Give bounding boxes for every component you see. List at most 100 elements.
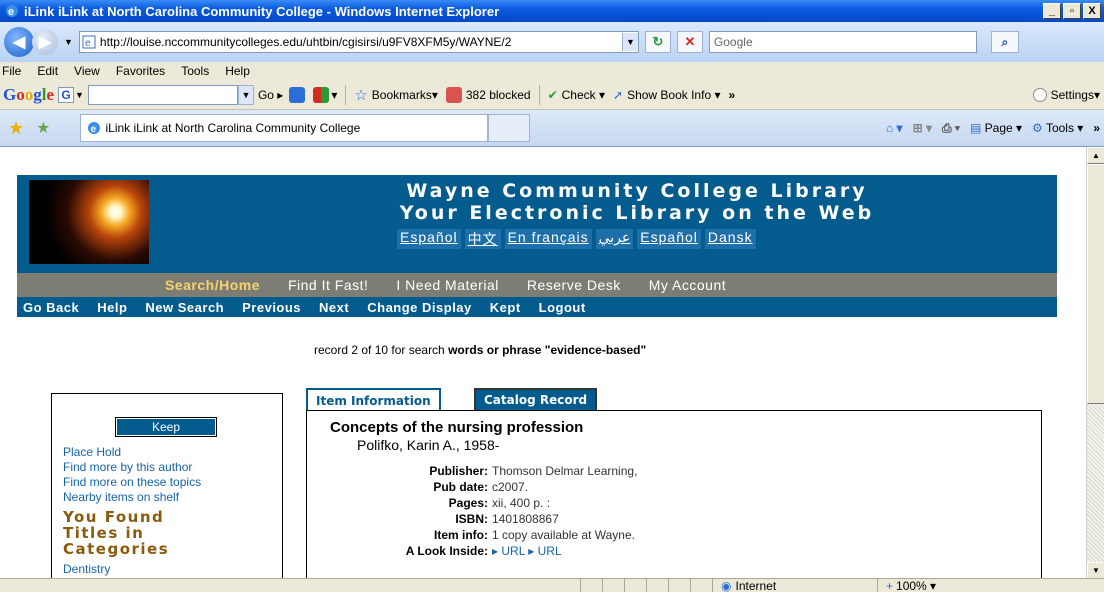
action-links: Place Hold Find more by this author Find… [63,445,201,505]
forward-button[interactable]: ▶ [32,29,58,55]
lang-espanol[interactable]: Español [397,229,461,249]
item-actions-panel: Keep Place Hold Find more by this author… [51,393,283,579]
news-icon[interactable] [289,86,306,103]
nearby-items-link[interactable]: Nearby items on shelf [63,490,201,505]
minimize-button[interactable]: _ [1043,3,1061,19]
nav-change-display[interactable]: Change Display [367,300,472,315]
nav-my-account[interactable]: My Account [649,277,726,293]
svg-text:e: e [8,6,14,18]
address-toolbar: ◀ ▶ ▼ e http://louise.nccommunitycollege… [0,22,1104,62]
close-button[interactable]: X [1083,3,1101,19]
google-go-button[interactable]: Go ▸ [258,88,283,102]
place-hold-link[interactable]: Place Hold [63,445,201,460]
library-title-line2: Your Electronic Library on the Web [399,202,875,224]
google-g-icon[interactable]: G [58,86,75,103]
lang-french[interactable]: En français [504,229,592,249]
toolbar-overflow-button[interactable]: » [728,88,735,102]
favorites-star-icon[interactable]: ★ [8,118,24,139]
nav-reserve-desk[interactable]: Reserve Desk [527,277,621,293]
scroll-thumb[interactable] [1087,164,1104,404]
menu-view[interactable]: View [74,64,100,78]
primary-nav: Search/Home Find It Fast! I Need Materia… [17,273,1057,297]
nav-find-it-fast[interactable]: Find It Fast! [288,277,368,293]
address-dropdown-icon[interactable]: ▼ [621,33,638,51]
spell-check-button[interactable]: ✔ Check ▾ [548,88,605,102]
tools-menu[interactable]: ⚙ Tools ▾ [1032,121,1083,135]
nav-previous[interactable]: Previous [242,300,301,315]
more-by-author-link[interactable]: Find more by this author [63,460,201,475]
tab-item-information[interactable]: Item Information [306,388,441,412]
maximize-button[interactable]: ▫ [1063,3,1081,19]
library-header: Wayne Community College Library Your Ele… [17,175,1057,273]
refresh-button[interactable]: ↻ [644,31,671,53]
toolbar-separator [538,84,540,105]
window-title-bar: e iLink iLink at North Carolina Communit… [0,0,1104,22]
feeds-icon[interactable]: ⊞ ▾ [913,121,932,135]
new-tab-button[interactable] [488,114,531,142]
lang-arabic[interactable]: عربي [595,229,634,249]
secondary-nav: Go Back Help New Search Previous Next Ch… [17,297,1057,317]
zoom-control[interactable]: +100% ▾ [877,578,957,592]
page-menu[interactable]: ▤ Page ▾ [970,121,1022,135]
tab-catalog-record[interactable]: Catalog Record [474,388,598,410]
search-button[interactable]: ⌕ [990,31,1019,53]
field-row: ISBN: 1401808867 [455,512,559,526]
more-on-topics-link[interactable]: Find more on these topics [63,475,201,490]
keep-button[interactable]: Keep [115,417,217,437]
add-favorite-icon[interactable]: ★ [36,118,50,138]
globe-icon: ◉ [721,578,732,592]
menu-tools[interactable]: Tools [181,64,209,78]
nav-help[interactable]: Help [97,300,127,315]
field-row: Publisher: Thomson Delmar Learning, [429,464,638,478]
category-link[interactable]: Dentistry [63,562,110,576]
nav-next[interactable]: Next [319,300,349,315]
window-title: iLink iLink at North Carolina Community … [24,3,500,19]
record-count: record 2 of 10 for search words or phras… [314,343,647,357]
history-dropdown-icon[interactable]: ▼ [64,37,73,47]
menu-file[interactable]: File [2,64,21,78]
scroll-track[interactable] [1087,404,1104,562]
bookmarks-button[interactable]: ☆ Bookmarks▾ [354,86,438,104]
command-overflow[interactable]: » [1093,121,1100,135]
browser-tab[interactable]: e iLink iLink at North Carolina Communit… [80,114,489,142]
url-text[interactable]: http://louise.nccommunitycolleges.edu/uh… [100,35,622,49]
popup-blocker-button[interactable]: 382 blocked [445,86,531,103]
nav-kept[interactable]: Kept [490,300,521,315]
language-links: Español 中文 En français عربي Español Dans… [397,229,756,249]
vertical-scrollbar[interactable]: ▲ ▼ [1086,147,1104,579]
google-logo: Google [3,84,55,104]
eclipse-logo-image [29,180,149,264]
nav-new-search[interactable]: New Search [145,300,224,315]
lang-chinese[interactable]: 中文 [464,229,501,249]
scroll-down-button[interactable]: ▼ [1087,562,1104,579]
show-book-info-button[interactable]: ➚ Show Book Info ▾ [613,88,720,102]
lang-espanol-2[interactable]: Español [637,229,701,249]
scroll-up-button[interactable]: ▲ [1087,147,1104,164]
nav-i-need-material[interactable]: I Need Material [396,277,498,293]
search-query: words or phrase "evidence-based" [448,343,647,357]
nav-search-home[interactable]: Search/Home [165,277,260,293]
look-inside-links[interactable]: ▸ URL ▸ URL [492,543,562,559]
google-search-input[interactable] [87,84,238,105]
spellcheck-icon: ✔ [547,87,558,102]
settings-button[interactable]: Settings▾ [1032,87,1100,102]
search-input[interactable]: Google [708,31,977,53]
svg-text:e: e [91,124,97,135]
address-bar[interactable]: e http://louise.nccommunitycolleges.edu/… [78,31,639,53]
menu-help[interactable]: Help [225,64,250,78]
stop-button[interactable]: ✕ [676,31,703,53]
security-zone: ◉ Internet [712,578,877,592]
back-button[interactable]: ◀ [4,27,34,57]
puzzle-icon[interactable]: ▾ [313,86,337,103]
nav-go-back[interactable]: Go Back [23,300,79,315]
lang-danish[interactable]: Dansk [704,229,756,249]
print-icon[interactable]: ⎙ ▾ [942,121,960,136]
nav-logout[interactable]: Logout [539,300,586,315]
library-title: Wayne Community College Library Your Ele… [267,180,1007,224]
menu-favorites[interactable]: Favorites [116,64,165,78]
toolbar-separator [345,84,347,105]
google-menu-arrow-icon[interactable]: ▼ [75,90,84,100]
home-icon[interactable]: ⌂ ▾ [886,121,903,135]
menu-edit[interactable]: Edit [37,64,58,78]
google-search-dropdown-icon[interactable]: ▼ [237,84,254,105]
